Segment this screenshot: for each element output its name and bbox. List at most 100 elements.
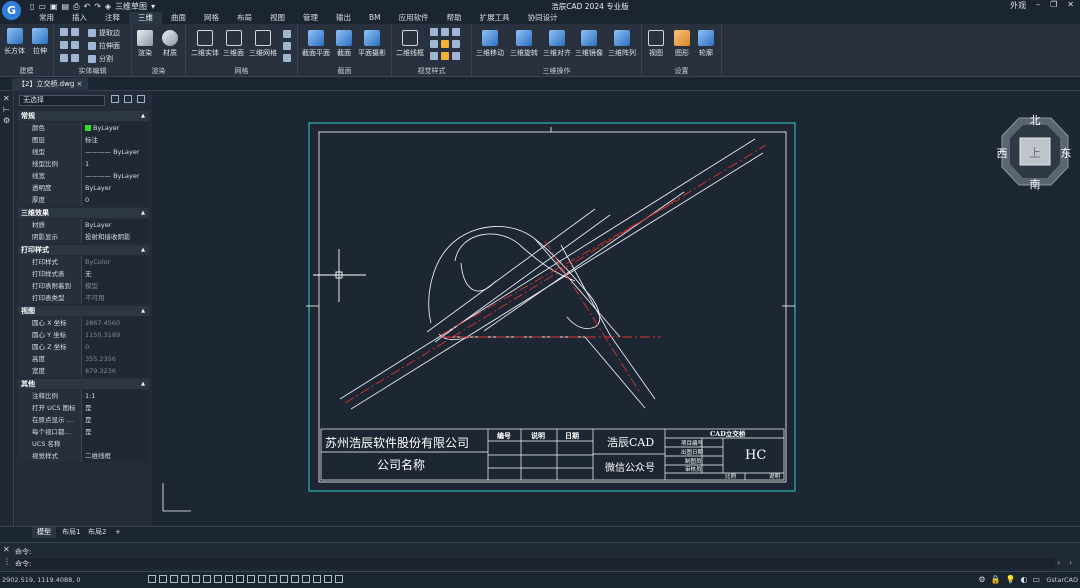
dyn-icon[interactable]: [225, 575, 233, 583]
snap-icon[interactable]: [159, 575, 167, 583]
property-value[interactable]: 1150.3189: [82, 329, 149, 341]
property-row[interactable]: 线型比例 1: [18, 158, 149, 170]
tab-1[interactable]: 插入: [63, 12, 96, 24]
section-button[interactable]: 截面: [336, 30, 352, 58]
subtract-icon[interactable]: [71, 28, 79, 36]
close-icon[interactable]: ×: [77, 80, 83, 88]
contour-button[interactable]: 轮廓: [698, 30, 714, 58]
style-realistic-icon[interactable]: [452, 28, 460, 36]
drawing-svg[interactable]: 苏州浩辰软件股份有限公司 公司名称 编号 说明 日期 浩辰CAD 微信公众号 C…: [155, 91, 1080, 525]
grip-icon[interactable]: ⋮: [3, 557, 11, 566]
property-value[interactable]: ByLayer: [82, 219, 149, 231]
tab-10[interactable]: BM: [360, 12, 390, 24]
slice-icon[interactable]: [71, 41, 79, 49]
face3-button[interactable]: 三维面: [223, 30, 244, 58]
property-row[interactable]: 注释比例 1:1: [18, 390, 149, 402]
property-value[interactable]: 0: [82, 194, 149, 206]
property-row[interactable]: 线宽 ———— ByLayer: [18, 170, 149, 182]
open-file-icon[interactable]: ▭: [38, 2, 46, 11]
section-general[interactable]: 常规: [18, 111, 149, 121]
print-icon[interactable]: ⎙: [73, 2, 79, 12]
property-value[interactable]: ByLayer: [82, 182, 149, 194]
redo-icon[interactable]: ↷: [94, 2, 101, 11]
tab-14[interactable]: 协同设计: [519, 12, 567, 24]
lock-icon[interactable]: 🔒: [991, 575, 1001, 584]
gear-icon[interactable]: ⚙: [3, 116, 10, 125]
gear-icon[interactable]: ⚙: [978, 575, 985, 584]
tab-2[interactable]: 注释: [96, 12, 129, 24]
quick-select-icon[interactable]: [137, 95, 145, 103]
workspace-select[interactable]: 三维草图: [115, 1, 147, 12]
property-value[interactable]: [82, 438, 149, 450]
property-value[interactable]: 无: [82, 268, 149, 280]
document-tab[interactable]: 【2】立交桥.dwg ×: [12, 78, 89, 91]
property-row[interactable]: 阴影显示 投射和接收阴影: [18, 231, 149, 243]
tab-11[interactable]: 应用软件: [390, 12, 438, 24]
material-button[interactable]: 材质: [162, 30, 178, 58]
style-conceptual-icon[interactable]: [441, 40, 449, 48]
tab-13[interactable]: 扩展工具: [471, 12, 519, 24]
restore-icon[interactable]: ❐: [1050, 0, 1057, 11]
section-misc[interactable]: 其他: [18, 379, 149, 389]
view-button[interactable]: 视图: [648, 30, 664, 58]
property-value[interactable]: 2867.4560: [82, 317, 149, 329]
property-value[interactable]: ———— ByLayer: [82, 146, 149, 158]
property-value[interactable]: 是: [82, 402, 149, 414]
saveas-icon[interactable]: ▤: [62, 2, 70, 11]
property-row[interactable]: 宽度 879.3236: [18, 365, 149, 377]
mirror3-button[interactable]: 三维镜像: [575, 30, 603, 58]
compass-south[interactable]: 南: [1030, 178, 1041, 191]
toggle-pickadd-icon[interactable]: [111, 95, 119, 103]
tab-12[interactable]: 帮助: [438, 12, 471, 24]
compass-east[interactable]: 东: [1061, 147, 1072, 160]
transparency-icon[interactable]: [247, 575, 255, 583]
tab-add-layout[interactable]: +: [110, 527, 126, 538]
scroll-left-icon[interactable]: ‹: [1057, 559, 1060, 567]
annotation-scale-icon[interactable]: [302, 575, 310, 583]
style-gray-icon[interactable]: [452, 40, 460, 48]
tab-3[interactable]: 三维: [129, 12, 162, 24]
appearance-menu[interactable]: 外观: [1010, 0, 1026, 11]
style-shaded-icon[interactable]: [430, 40, 438, 48]
style-sketch-icon[interactable]: [430, 52, 438, 60]
selection-cycling-icon[interactable]: [258, 575, 266, 583]
tab-model[interactable]: 模型: [32, 527, 56, 538]
property-row[interactable]: 高度 355.2356: [18, 353, 149, 365]
polar-icon[interactable]: [181, 575, 189, 583]
ortho-icon[interactable]: [170, 575, 178, 583]
mesh-small2-icon[interactable]: [283, 42, 291, 50]
thicken-icon[interactable]: [71, 54, 79, 62]
close-icon[interactable]: ✕: [1067, 0, 1074, 11]
property-row[interactable]: 打印样式 ByColor: [18, 256, 149, 268]
property-row[interactable]: 打印表类型 不可用: [18, 292, 149, 304]
close-icon[interactable]: ✕: [3, 545, 10, 554]
workspace-switch-icon[interactable]: [324, 575, 332, 583]
close-icon[interactable]: ✕: [3, 94, 10, 103]
flatshot-button[interactable]: 平面摄影: [358, 30, 386, 58]
property-row[interactable]: 圆心 Y 坐标 1150.3189: [18, 329, 149, 341]
property-value[interactable]: 0: [82, 341, 149, 353]
tab-7[interactable]: 视图: [261, 12, 294, 24]
tab-9[interactable]: 输出: [327, 12, 360, 24]
section-plot[interactable]: 打印样式: [18, 245, 149, 255]
wireframe2-button[interactable]: 二维线框: [396, 30, 424, 58]
isolate-icon[interactable]: ◐: [1020, 575, 1027, 584]
render-button[interactable]: 渲染: [137, 30, 153, 58]
tab-4[interactable]: 曲面: [162, 12, 195, 24]
align3-button[interactable]: 三维对齐: [543, 30, 571, 58]
property-value[interactable]: ———— ByLayer: [82, 170, 149, 182]
section-three_d[interactable]: 三维效果: [18, 208, 149, 218]
osnap-icon[interactable]: [192, 575, 200, 583]
property-value[interactable]: 模型: [82, 280, 149, 292]
property-row[interactable]: UCS 名称: [18, 438, 149, 450]
property-row[interactable]: 材质 ByLayer: [18, 219, 149, 231]
property-row[interactable]: 颜色 ByLayer: [18, 122, 149, 134]
grid-icon[interactable]: [148, 575, 156, 583]
drawing-canvas[interactable]: 苏州浩辰软件股份有限公司 公司名称 编号 说明 日期 浩辰CAD 微信公众号 C…: [155, 91, 1080, 525]
property-value[interactable]: 1: [82, 158, 149, 170]
property-row[interactable]: 每个视口都… 是: [18, 426, 149, 438]
property-row[interactable]: 厚度 0: [18, 194, 149, 206]
undo-icon[interactable]: ↶: [84, 2, 91, 11]
mesh3-button[interactable]: 三维网格: [249, 30, 277, 58]
array3-button[interactable]: 三维阵列: [608, 30, 636, 58]
